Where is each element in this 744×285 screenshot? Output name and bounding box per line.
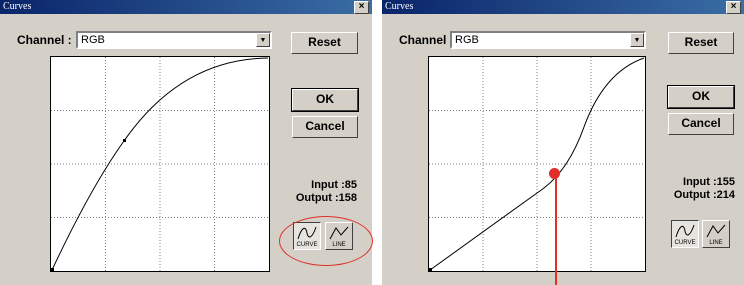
output-label: Output : xyxy=(295,192,339,204)
chevron-down-icon[interactable]: ▼ xyxy=(630,33,644,47)
close-button[interactable]: × xyxy=(354,1,369,14)
channel-value: RGB xyxy=(81,34,105,46)
io-readout: Input :85 Output :158 xyxy=(292,179,357,205)
input-value: 155 xyxy=(716,176,735,188)
curve-endpoint xyxy=(429,268,432,271)
channel-label: Channel : xyxy=(399,33,454,47)
curves-dialog-right: Curves × Channel : RGB ▼ Reset OK Cancel… xyxy=(382,0,744,285)
close-button[interactable]: × xyxy=(726,1,741,14)
output-value: 214 xyxy=(716,189,735,201)
chevron-down-icon[interactable]: ▼ xyxy=(256,33,270,47)
window-title: Curves xyxy=(385,1,414,12)
output-value: 158 xyxy=(338,192,357,204)
line-mode-label: LINE xyxy=(709,240,723,246)
channel-select[interactable]: RGB ▼ xyxy=(450,31,646,49)
title-bar: Curves × xyxy=(382,0,744,14)
channel-value: RGB xyxy=(455,34,479,46)
curve-mode-label: CURVE xyxy=(674,240,696,246)
curve-mode-button[interactable]: CURVE xyxy=(671,220,699,248)
curve-control-point xyxy=(123,139,126,142)
line-mode-button[interactable]: LINE xyxy=(702,220,730,248)
input-label: Input : xyxy=(311,179,345,191)
curve-graph[interactable] xyxy=(50,56,270,272)
ok-button[interactable]: OK xyxy=(291,88,359,112)
cancel-button[interactable]: Cancel xyxy=(292,116,358,138)
cancel-button[interactable]: Cancel xyxy=(668,113,734,135)
input-label: Input : xyxy=(683,176,717,188)
curve-plot[interactable] xyxy=(429,57,645,271)
window-title: Curves xyxy=(3,1,32,12)
annotation-pointer-dot xyxy=(549,168,560,179)
curve-icon xyxy=(675,224,695,238)
line-icon xyxy=(706,224,726,238)
title-bar: Curves × xyxy=(0,0,372,14)
io-readout: Input :155 Output :214 xyxy=(665,176,735,202)
channel-label: Channel : xyxy=(17,33,72,47)
annotation-pointer-line xyxy=(555,173,557,285)
output-label: Output : xyxy=(673,189,717,201)
reset-button[interactable]: Reset xyxy=(668,32,734,54)
input-value: 85 xyxy=(344,179,357,191)
reset-button[interactable]: Reset xyxy=(291,32,358,54)
curve-plot[interactable] xyxy=(51,57,269,271)
ok-button[interactable]: OK xyxy=(667,85,735,109)
curve-endpoint xyxy=(51,268,54,271)
highlight-ellipse xyxy=(279,216,373,266)
channel-select[interactable]: RGB ▼ xyxy=(76,31,272,49)
curve-graph[interactable] xyxy=(428,56,646,272)
